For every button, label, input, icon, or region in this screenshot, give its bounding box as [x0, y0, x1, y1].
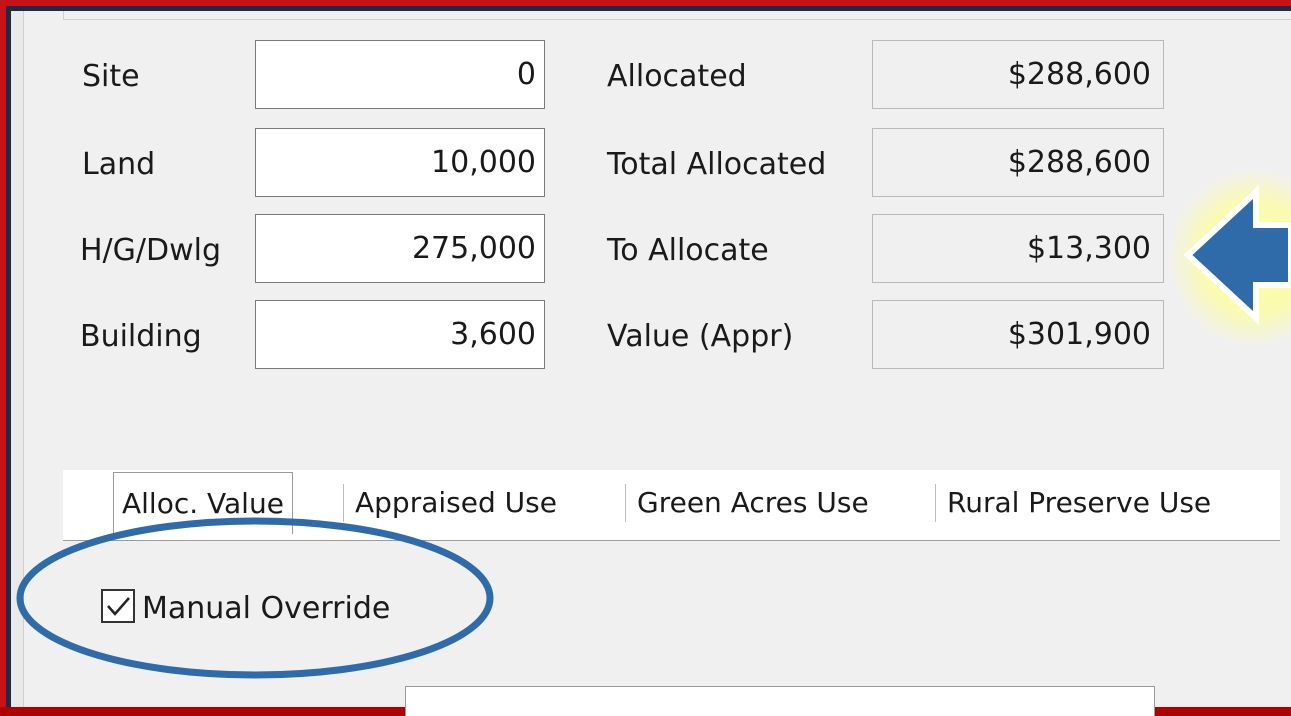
- to-allocate-value: $13,300: [872, 214, 1164, 283]
- value-appr-value: $301,900: [872, 300, 1164, 369]
- to-allocate-label: To Allocate: [607, 233, 769, 268]
- building-label: Building: [80, 319, 202, 354]
- land-input[interactable]: 10,000: [255, 128, 545, 197]
- allocated-label: Allocated: [607, 59, 747, 94]
- land-label: Land: [82, 147, 156, 182]
- building-input[interactable]: 3,600: [255, 300, 545, 369]
- site-label: Site: [82, 59, 140, 94]
- tab-separator: [935, 484, 936, 522]
- allocated-value: $288,600: [872, 40, 1164, 109]
- top-divider: [63, 19, 1291, 20]
- site-input[interactable]: 0: [255, 40, 545, 109]
- total-allocated-value: $288,600: [872, 128, 1164, 197]
- total-allocated-label: Total Allocated: [607, 147, 827, 182]
- value-appr-label: Value (Appr): [607, 319, 794, 354]
- hgdwlg-input[interactable]: 275,000: [255, 214, 545, 283]
- tab-rural-preserve-use[interactable]: Rural Preserve Use: [947, 472, 1211, 534]
- tab-separator: [625, 484, 626, 522]
- bottom-field[interactable]: [405, 686, 1155, 716]
- highlight-ellipse: [16, 517, 494, 679]
- hgdwlg-label: H/G/Dwlg: [80, 233, 222, 268]
- left-arrow-icon: [1183, 185, 1291, 325]
- tab-green-acres-use[interactable]: Green Acres Use: [637, 472, 869, 534]
